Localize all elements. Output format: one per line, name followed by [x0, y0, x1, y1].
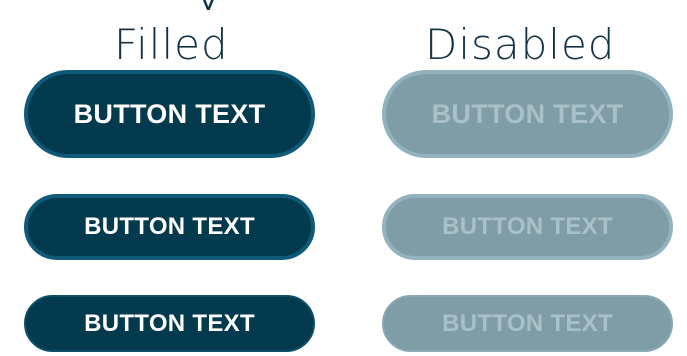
cropped-heading-glyph: y [200, 0, 248, 10]
disabled-column-title: Disabled [425, 20, 616, 69]
filled-small-button[interactable]: BUTTON TEXT [24, 295, 315, 352]
disabled-large-button: BUTTON TEXT [382, 70, 673, 158]
filled-medium-button[interactable]: BUTTON TEXT [24, 194, 315, 260]
filled-large-button[interactable]: BUTTON TEXT [24, 70, 315, 158]
filled-column-title: Filled [114, 20, 229, 69]
disabled-medium-button: BUTTON TEXT [382, 194, 673, 260]
disabled-small-button: BUTTON TEXT [382, 295, 673, 352]
